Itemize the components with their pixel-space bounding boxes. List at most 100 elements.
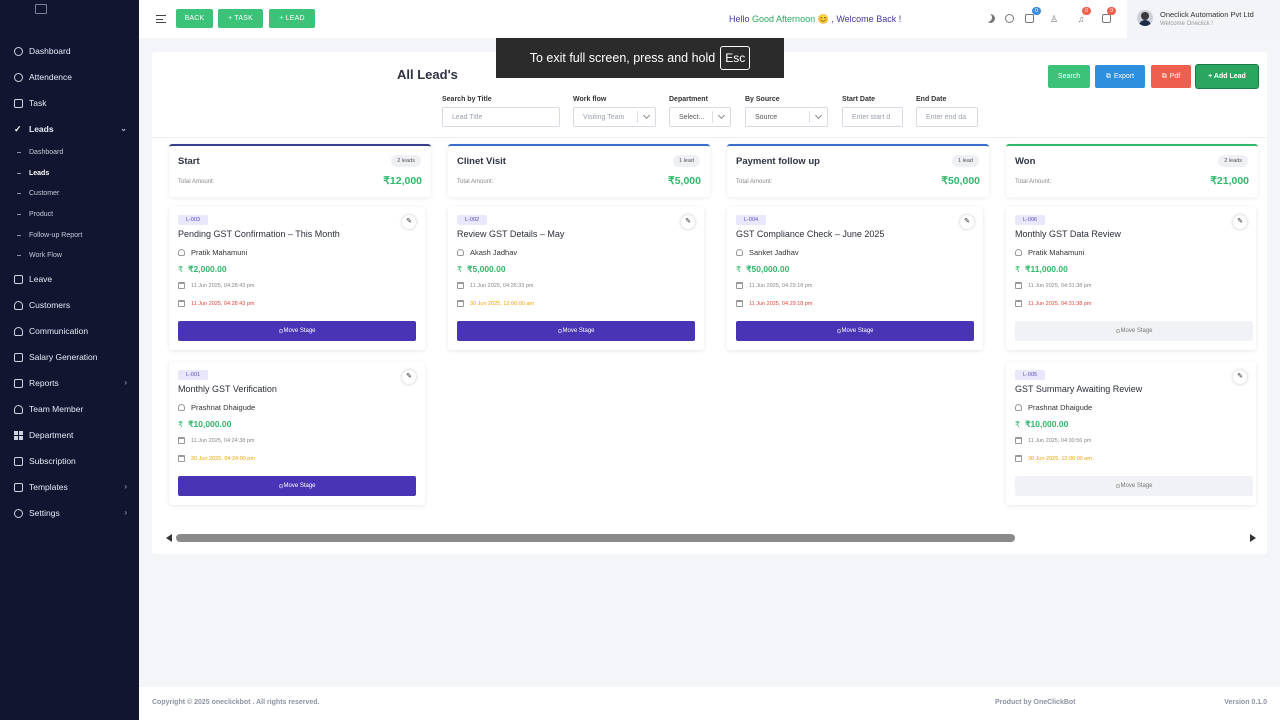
scroll-left-icon[interactable] (166, 534, 172, 542)
column-count-badge: 2 leads (391, 155, 421, 167)
scroll-thumb[interactable] (176, 534, 1015, 542)
column-header: Clinet Visit 1 lead Total Amount: ₹5,000 (448, 144, 710, 197)
filter-title-label: Search by Title (442, 96, 492, 103)
bell-icon[interactable]: ♫ (1076, 14, 1086, 24)
move-stage-button[interactable]: ⊙ Move Stage (178, 476, 416, 496)
horizontal-scrollbar[interactable] (166, 533, 1256, 543)
sidebar-item-customers[interactable]: Customers (0, 292, 139, 318)
person-name: Sanket Jadhav (749, 248, 799, 257)
sidebar-subitem-product[interactable]: Product (0, 204, 139, 225)
search-button[interactable]: Search (1048, 65, 1090, 88)
source-select[interactable]: Source (745, 107, 828, 127)
lead-created-date: 11 Jun 2025, 04:30:56 pm (1015, 437, 1092, 444)
menu-toggle-icon[interactable] (156, 15, 166, 23)
dash-marker (17, 172, 21, 174)
chevron-right-icon: › (124, 378, 127, 388)
lead-person: Pratik Mahamuni (1015, 248, 1084, 257)
sidebar-item-settings[interactable]: Settings › (0, 500, 139, 526)
edit-icon[interactable]: ✎ (402, 215, 416, 229)
lead-due-date: 11 Jun 2025, 04:28:43 pm (178, 300, 255, 307)
move-stage-button[interactable]: ⊙ Move Stage (736, 321, 974, 341)
user-check-icon[interactable]: ♙ (1049, 14, 1059, 24)
sidebar-subitem-follow-up-report[interactable]: Follow-up Report (0, 225, 139, 246)
lead-card[interactable]: L-001 Monthly GST Verification ✎ Prashnat D… (169, 362, 425, 505)
start-date-input[interactable]: Enter start d (842, 107, 903, 127)
lead-card[interactable]: L-006 Monthly GST Data Review ✎ Pratik Maha… (1006, 207, 1256, 350)
sidebar-item-reports[interactable]: Reports › (0, 370, 139, 396)
sidebar-item-task[interactable]: Task (0, 90, 139, 116)
add-task-button[interactable]: + TASK (218, 9, 263, 28)
reports-icon (14, 378, 23, 388)
edit-icon[interactable]: ✎ (1233, 215, 1247, 229)
sidebar-item-leave[interactable]: Leave (0, 266, 139, 292)
sidebar-item-communication[interactable]: Communication (0, 318, 139, 344)
column-header: Payment follow up 1 lead Total Amount: ₹50,… (727, 144, 989, 197)
edit-icon[interactable]: ✎ (681, 215, 695, 229)
sidebar-item-leads[interactable]: ✓ Leads ⌄ (0, 116, 139, 142)
edit-icon[interactable]: ✎ (1233, 370, 1247, 384)
task-list-icon[interactable] (1025, 14, 1034, 23)
total-amount-label: Total Amount: (457, 179, 494, 185)
lead-title: Pending GST Confirmation – This Month (178, 229, 340, 239)
scroll-right-icon[interactable] (1250, 534, 1256, 542)
total-amount-label: Total Amount: (736, 179, 773, 185)
workflow-select[interactable]: Visiting Team (573, 107, 656, 127)
sidebar-item-dashboard[interactable]: Dashboard (0, 38, 139, 64)
attendance-icon (14, 72, 23, 82)
add-lead-button[interactable]: + LEAD (269, 9, 315, 28)
filter-workflow-label: Work flow (573, 96, 607, 103)
greeting-welcome: , Welcome Back ! (831, 14, 902, 24)
export-icon: ⧉ (1105, 72, 1111, 80)
lead-title: Monthly GST Verification (178, 384, 277, 394)
sidebar-subitem-work-flow[interactable]: Work Flow (0, 245, 139, 266)
leads-panel: All Lead's Search ⧉ Export ⧉ Pdf + Add Lea… (152, 52, 1267, 554)
sidebar-item-team-member[interactable]: Team Member (0, 396, 139, 422)
refresh-icon[interactable] (1005, 14, 1014, 23)
add-lead-button-main[interactable]: + Add Lead (1196, 65, 1258, 88)
person-icon (1015, 249, 1022, 256)
lead-value: ₹ ₹10,000.00 (1015, 419, 1068, 430)
sidebar-subitem-customer[interactable]: Customer (0, 183, 139, 204)
sidebar-item-subscription[interactable]: Subscription (0, 448, 139, 474)
column-header: Start 2 leads Total Amount: ₹12,000 (169, 144, 431, 197)
end-date-input[interactable]: Enter end da (916, 107, 978, 127)
sidebar-subitem-label: Follow-up Report (29, 231, 83, 239)
sidebar-item-salary-generation[interactable]: Salary Generation (0, 344, 139, 370)
move-stage-button[interactable]: ⊙ Move Stage (1015, 476, 1253, 496)
lead-card[interactable]: L-002 Review GST Details – May ✎ Akash Jadh… (448, 207, 704, 350)
edit-icon[interactable]: ✎ (960, 215, 974, 229)
user-profile[interactable]: Oneclick Automation Pvt Ltd Welcome Onec… (1127, 0, 1280, 38)
move-stage-button[interactable]: ⊙ Move Stage (457, 321, 695, 341)
edit-icon[interactable]: ✎ (402, 370, 416, 384)
back-button[interactable]: BACK (176, 9, 213, 28)
sidebar: Dashboard Attendence Task ✓ Leads ⌄ Dashboard L… (0, 0, 139, 720)
team-member-icon (14, 404, 23, 414)
sidebar-subitem-leads[interactable]: Leads (0, 163, 139, 184)
lead-created-date: 11 Jun 2025, 04:28:43 pm (178, 282, 255, 289)
sidebar-item-attendence[interactable]: Attendence (0, 64, 139, 90)
title-search-input[interactable]: Lead Title (442, 107, 560, 127)
due-date-text: 11 Jun 2025, 04:28:43 pm (191, 300, 255, 307)
dark-mode-icon[interactable] (986, 14, 995, 23)
calendar-due-icon (736, 300, 743, 307)
department-select[interactable]: Select... (669, 107, 731, 127)
export-label: Export (1113, 73, 1135, 80)
lead-card[interactable]: L-005 GST Summary Awaiting Review ✎ Prashna… (1006, 362, 1256, 505)
lead-created-date: 11 Jun 2025, 04:31:38 pm (1015, 282, 1092, 289)
sidebar-subitem-dashboard[interactable]: Dashboard (0, 142, 139, 163)
column-name: Payment follow up (736, 156, 820, 167)
column-name: Clinet Visit (457, 156, 506, 167)
created-date-text: 11 Jun 2025, 04:24:38 pm (191, 437, 255, 444)
lead-column: Clinet Visit 1 lead Total Amount: ₹5,000 L-0… (448, 144, 710, 350)
move-stage-button[interactable]: ⊙ Move Stage (178, 321, 416, 341)
export-button[interactable]: ⧉ Export (1095, 65, 1145, 88)
pdf-button[interactable]: ⧉ Pdf (1151, 65, 1191, 88)
lead-card[interactable]: L-003 Pending GST Confirmation – This Mon… (169, 207, 425, 350)
salary-icon (14, 352, 23, 362)
move-stage-button[interactable]: ⊙ Move Stage (1015, 321, 1253, 341)
sidebar-item-department[interactable]: Department (0, 422, 139, 448)
lead-card[interactable]: L-004 GST Compliance Check – June 2025 ✎ Sa… (727, 207, 983, 350)
sidebar-item-label: Team Member (29, 404, 84, 415)
message-icon[interactable] (1102, 14, 1111, 23)
sidebar-item-templates[interactable]: Templates › (0, 474, 139, 500)
